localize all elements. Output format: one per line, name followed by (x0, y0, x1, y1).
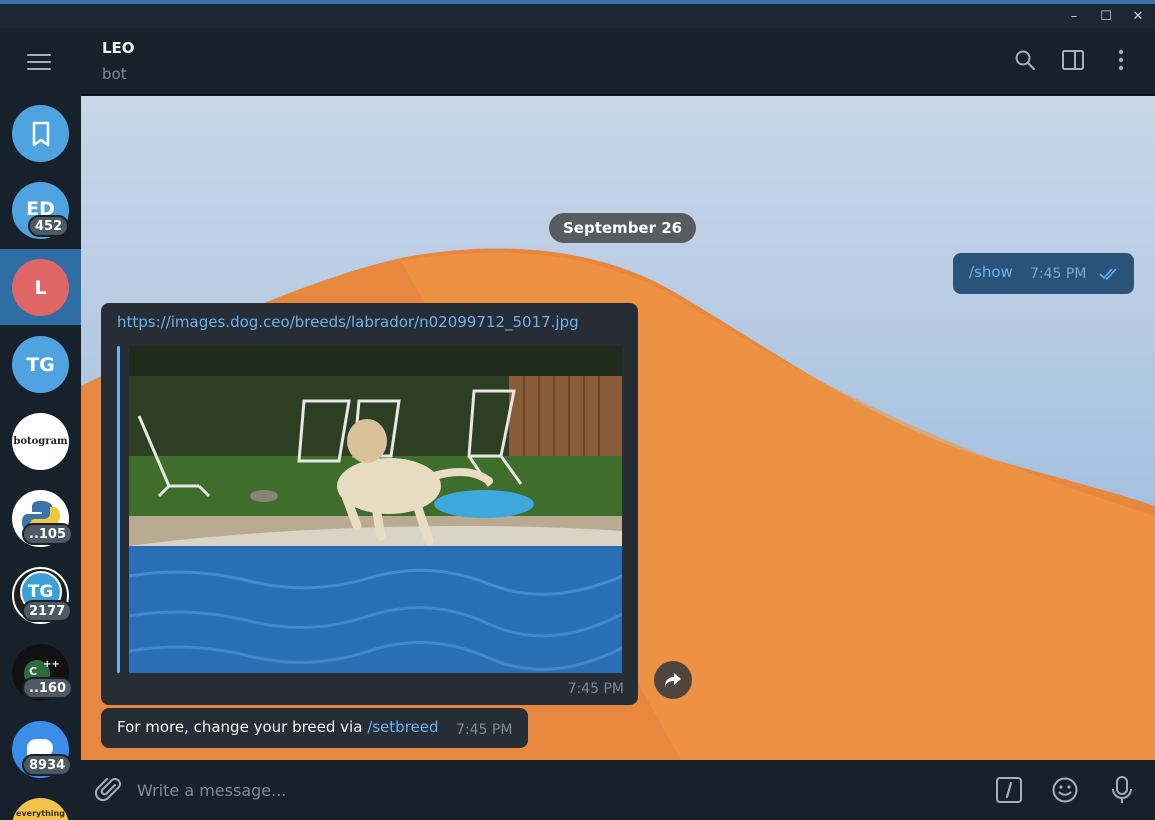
chat-item-saved-messages[interactable] (12, 105, 69, 162)
message-body: For more, change your breed via (117, 718, 368, 736)
message-time: 7:45 PM (567, 681, 624, 697)
maximize-button[interactable]: ☐ (1097, 7, 1115, 25)
message-text: For more, change your breed via /setbree… (117, 718, 439, 736)
menu-icon[interactable] (27, 54, 51, 72)
incoming-media-message[interactable]: https://images.dog.ceo/breeds/labrador/n… (101, 303, 638, 705)
chat-item-everything[interactable]: everything (12, 798, 69, 820)
window-controls: – ☐ ✕ (1065, 4, 1147, 28)
minimize-button[interactable]: – (1065, 7, 1083, 25)
avatar-initials: everything (16, 809, 65, 818)
avatar-initials: L (34, 276, 47, 299)
unread-badge: ..160 (22, 677, 74, 699)
read-ticks-icon (1099, 268, 1117, 281)
chat-title[interactable]: LEO (102, 39, 135, 57)
date-separator: September 26 (549, 213, 697, 243)
svg-text:++: ++ (43, 659, 60, 670)
chat-background: September 26 /show 7:45 PM https://image… (81, 96, 1155, 760)
unread-badge: 2177 (22, 600, 73, 622)
title-bar: – ☐ ✕ (0, 4, 1155, 28)
bot-commands-icon[interactable] (994, 775, 1024, 805)
avatar-initials: TG (27, 581, 54, 602)
chat-item-tg[interactable]: TG (12, 336, 69, 393)
command-link[interactable]: /setbreed (367, 718, 438, 736)
attach-icon[interactable] (95, 776, 123, 804)
chat-item-botogram[interactable]: botogram (12, 413, 69, 470)
emoji-icon[interactable] (1050, 775, 1080, 805)
image-link[interactable]: https://images.dog.ceo/breeds/labrador/n… (117, 313, 579, 331)
chat-subtitle: bot (102, 65, 127, 83)
avatar-initials: TG (26, 353, 55, 376)
header-actions (1013, 48, 1133, 72)
search-icon[interactable] (1013, 48, 1037, 72)
link-preview-bar (117, 346, 120, 673)
incoming-text-message[interactable]: For more, change your breed via /setbree… (101, 708, 528, 748)
message-input[interactable] (137, 774, 897, 806)
message-time: 7:45 PM (456, 722, 513, 738)
sidebar-toggle-icon[interactable] (1061, 48, 1085, 72)
telegram-window: – ☐ ✕ ED 452 L TG botogram ..105 TG 2177… (0, 0, 1155, 820)
unread-badge: 8934 (22, 754, 73, 776)
forward-button[interactable] (654, 661, 692, 699)
microphone-icon[interactable] (1107, 775, 1137, 805)
svg-text:C: C (29, 665, 37, 678)
dog-photo[interactable] (129, 346, 622, 673)
message-time: 7:45 PM (1030, 266, 1087, 282)
chat-header: LEO bot (81, 28, 1155, 95)
more-options-icon[interactable] (1109, 48, 1133, 72)
avatar-initials: botogram (13, 436, 68, 447)
chat-list-rail: ED 452 L TG botogram ..105 TG 2177 C ++ … (0, 28, 81, 820)
chat-item-leo[interactable]: L (12, 259, 69, 316)
unread-badge: 452 (28, 215, 70, 237)
message-composer (81, 760, 1155, 820)
outgoing-message[interactable]: /show 7:45 PM (953, 253, 1134, 294)
bookmark-icon (32, 121, 49, 146)
unread-badge: ..105 (22, 523, 74, 545)
command-link[interactable]: /show (969, 263, 1013, 281)
share-arrow-icon (665, 673, 681, 687)
close-button[interactable]: ✕ (1129, 7, 1147, 25)
